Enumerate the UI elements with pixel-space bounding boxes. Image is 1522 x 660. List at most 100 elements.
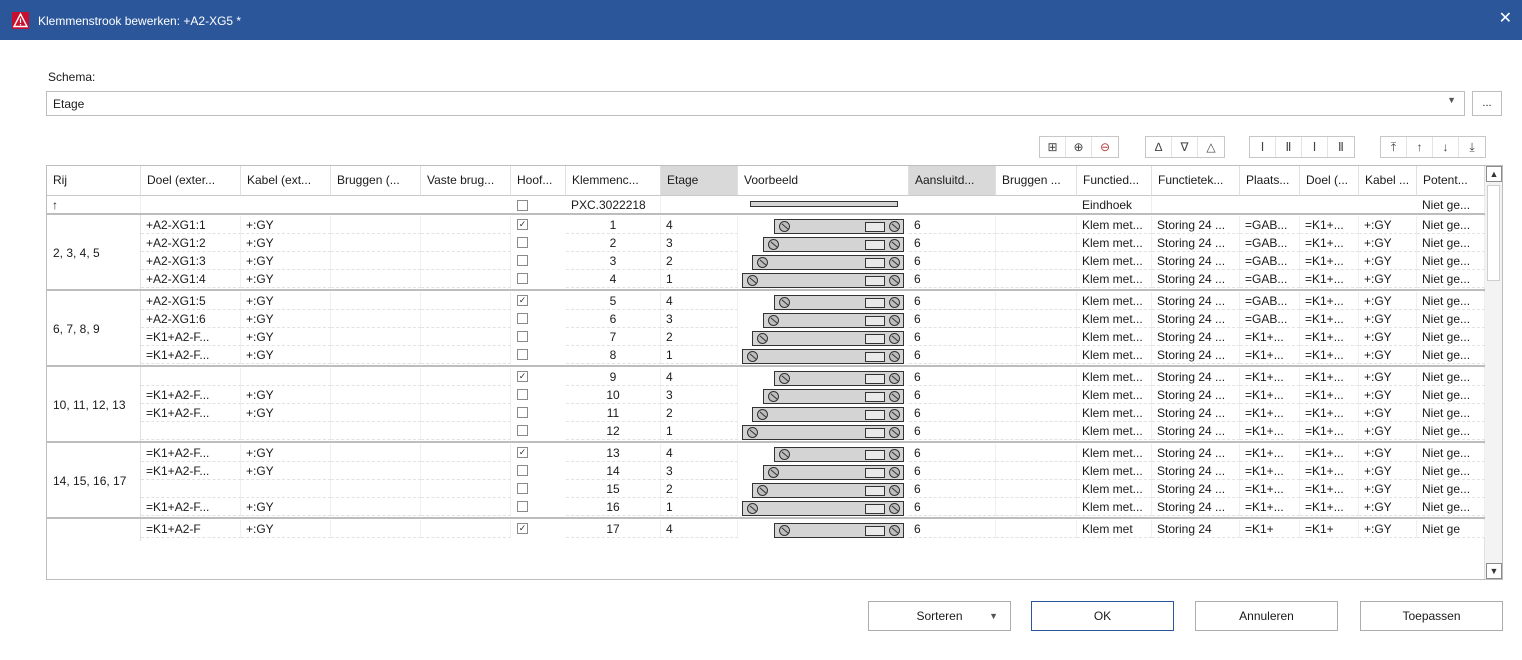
potential-cell[interactable]: Niet ge... [1417,252,1485,270]
bridges2-cell[interactable] [996,498,1077,516]
cable-cell[interactable]: +:GY [241,444,331,462]
location-cell[interactable]: =GAB... [1240,234,1300,252]
function-text-cell[interactable]: Storing 24 ... [1152,368,1240,386]
fixed-bridge-cell[interactable] [421,270,511,288]
bridges-cell[interactable] [331,252,421,270]
cable-cell[interactable]: +:GY [241,328,331,346]
location-cell[interactable]: =GAB... [1240,270,1300,288]
bridges2-cell[interactable] [996,292,1077,310]
target-cell[interactable]: +A2-XG1:4 [141,270,241,288]
terminal-number-cell[interactable]: 13 [566,444,661,462]
cable-cell[interactable]: +:GY [241,310,331,328]
potential-cell[interactable]: Niet ge... [1417,422,1485,440]
target2-cell[interactable]: =K1+... [1300,386,1359,404]
connection-cell[interactable]: 6 [909,368,996,386]
function-text-cell[interactable]: Storing 24 ... [1152,462,1240,480]
function-text-cell[interactable]: Storing 24 ... [1152,270,1240,288]
column-header-col-doel[interactable]: Doel (exter... [141,166,241,196]
bridges-cell[interactable] [331,346,421,364]
column-header-col-functie[interactable]: Functied... [1077,166,1152,196]
bridges2-cell[interactable] [996,480,1077,498]
connection-cell[interactable]: 6 [909,216,996,234]
bridges-cell[interactable] [331,310,421,328]
cable-cell[interactable]: +:GY [241,292,331,310]
column-header-col-klemmen[interactable]: Klemmenc... [566,166,661,196]
terminal-number-cell[interactable]: 4 [566,270,661,288]
cable-cell[interactable]: +:GY [241,498,331,516]
cable-cell[interactable]: +:GY [241,234,331,252]
function-cell[interactable]: Klem met... [1077,234,1152,252]
scroll-up-icon[interactable]: ▲ [1486,166,1502,182]
cable-cell[interactable]: +:GY [241,520,331,538]
level-cell[interactable]: 3 [661,386,738,404]
fixed-bridge-cell[interactable] [421,310,511,328]
level-cell[interactable]: 3 [661,234,738,252]
function-text-cell[interactable]: Storing 24 ... [1152,498,1240,516]
function-cell[interactable]: Klem met... [1077,368,1152,386]
sort-button[interactable]: Sorteren ▼ [868,601,1011,631]
bridges2-cell[interactable] [996,270,1077,288]
bridges-cell[interactable] [331,292,421,310]
potential-cell[interactable]: Niet ge... [1417,498,1485,516]
fixed-bridge-cell[interactable] [421,480,511,498]
location-cell[interactable]: =K1+... [1240,328,1300,346]
potential-cell[interactable]: Niet ge... [1417,368,1485,386]
function-text-cell[interactable]: Storing 24 ... [1152,386,1240,404]
target2-cell[interactable]: =K1+... [1300,310,1359,328]
cable-cell[interactable] [241,422,331,440]
cable2-cell[interactable]: +:GY [1359,404,1417,422]
target2-cell[interactable]: =K1+... [1300,368,1359,386]
terminal-number-cell[interactable]: 8 [566,346,661,364]
potential-cell[interactable]: Niet ge... [1417,328,1485,346]
bridges-cell[interactable] [331,368,421,386]
target2-cell[interactable]: =K1+... [1300,234,1359,252]
bridges2-cell[interactable] [996,310,1077,328]
bridges-cell[interactable] [331,234,421,252]
insert-terminal-icon[interactable]: ⊞ [1040,137,1066,157]
function-text-cell[interactable]: Storing 24 ... [1152,444,1240,462]
terminal-number-cell[interactable]: 2 [566,234,661,252]
terminal-number-cell[interactable]: 3 [566,252,661,270]
target2-cell[interactable]: =K1+... [1300,422,1359,440]
connection-cell[interactable]: 6 [909,234,996,252]
target-cell[interactable]: =K1+A2-F... [141,498,241,516]
location-cell[interactable]: =K1+... [1240,386,1300,404]
connection-cell[interactable]: 6 [909,422,996,440]
potential-cell[interactable]: Niet ge [1417,520,1485,538]
bridges-cell[interactable] [331,404,421,422]
connection-cell[interactable]: 6 [909,404,996,422]
chevron-down-icon[interactable]: ▼ [989,602,998,630]
vertical-scrollbar[interactable]: ▲ ▼ [1484,166,1502,579]
function-cell[interactable]: Klem met... [1077,404,1152,422]
cable2-cell[interactable]: +:GY [1359,270,1417,288]
column-header-col-rij[interactable]: Rij [47,166,141,196]
location-cell[interactable]: =K1+... [1240,404,1300,422]
location-cell[interactable]: =K1+... [1240,368,1300,386]
column-header-col-kabel[interactable]: Kabel (ext... [241,166,331,196]
main-terminal-checkbox[interactable] [517,273,528,284]
fixed-bridge-cell[interactable] [421,292,511,310]
column-header-col-kabel2[interactable]: Kabel ... [1359,166,1417,196]
cable2-cell[interactable]: +:GY [1359,368,1417,386]
fixed-bridge-cell[interactable] [421,386,511,404]
function-cell[interactable]: Klem met... [1077,270,1152,288]
function-text-cell[interactable]: Storing 24 ... [1152,328,1240,346]
location-cell[interactable]: =K1+... [1240,422,1300,440]
cable2-cell[interactable]: +:GY [1359,216,1417,234]
potential-cell[interactable]: Niet ge... [1417,462,1485,480]
cable2-cell[interactable]: +:GY [1359,444,1417,462]
target-cell[interactable]: =K1+A2-F... [141,346,241,364]
row-index-cell[interactable]: 14, 15, 16, 17 [47,443,141,519]
target-cell[interactable]: =K1+A2-F... [141,404,241,422]
bridges-cell[interactable] [331,462,421,480]
level-cell[interactable]: 3 [661,310,738,328]
target2-cell[interactable]: =K1+ [1300,520,1359,538]
fixed-bridge-cell[interactable] [421,328,511,346]
potential-cell[interactable]: Niet ge... [1417,292,1485,310]
schema-select[interactable]: Etage ▼ [46,91,1465,116]
connection-cell[interactable]: 6 [909,520,996,538]
delete-space-icon[interactable]: Ⅱ [1276,137,1302,157]
cable2-cell[interactable]: +:GY [1359,328,1417,346]
bridges2-cell[interactable] [996,462,1077,480]
cable-cell[interactable]: +:GY [241,216,331,234]
